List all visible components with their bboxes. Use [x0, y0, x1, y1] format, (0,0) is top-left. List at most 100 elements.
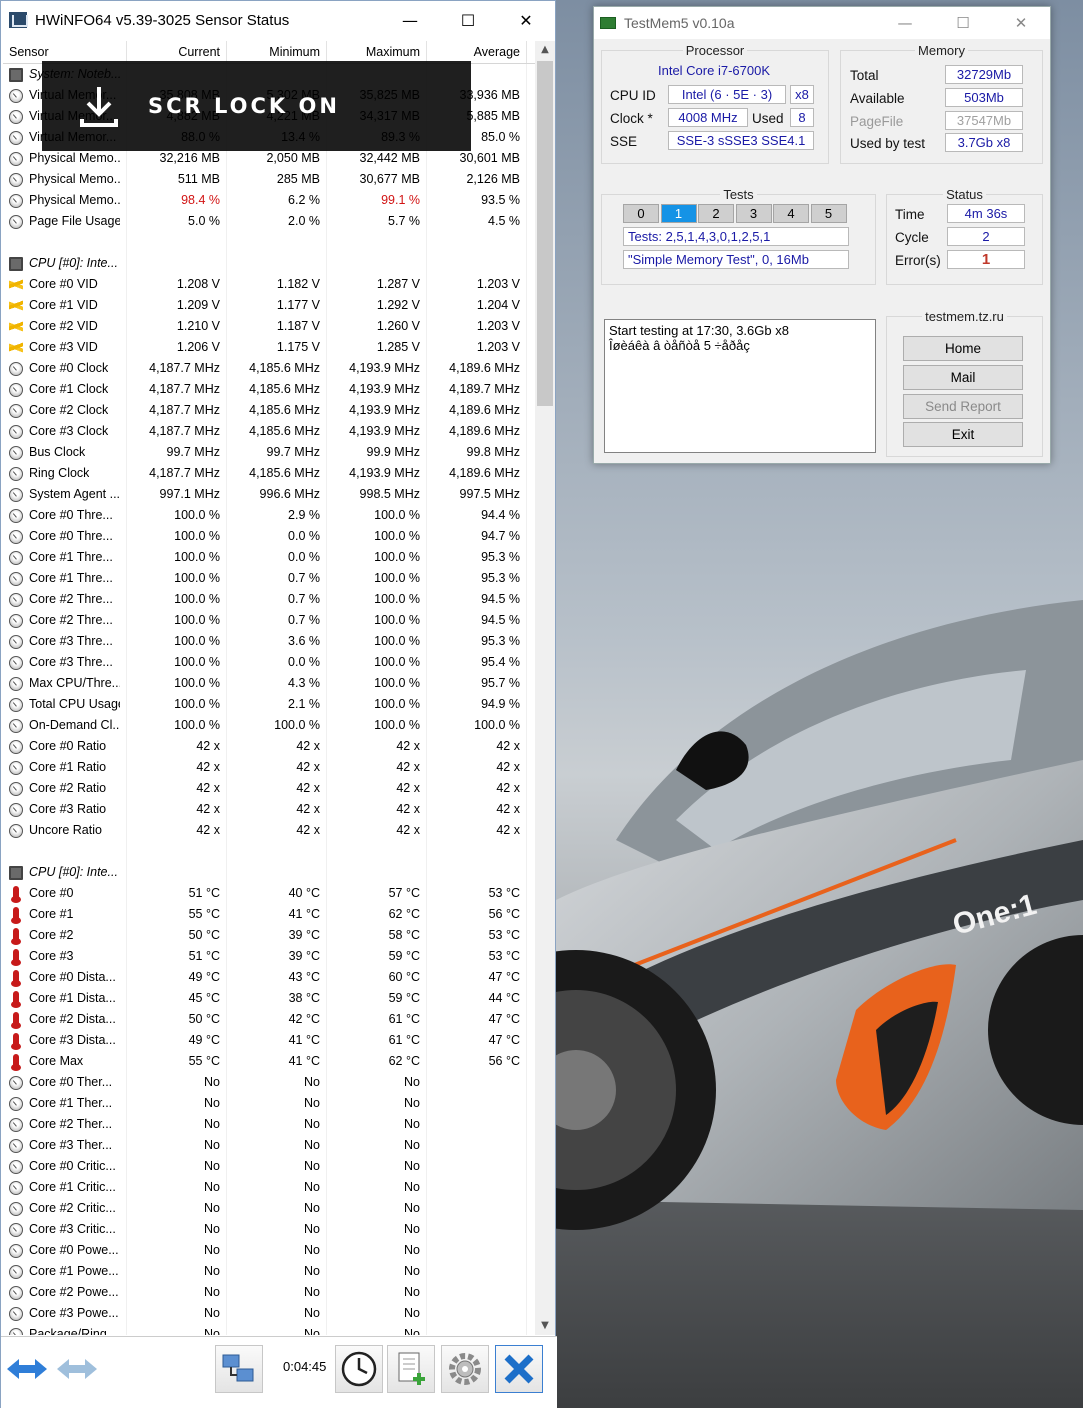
- sensor-name: Core #3 Ther...: [29, 1138, 113, 1152]
- sensor-row[interactable]: Core #3 Ther... No No No: [3, 1135, 535, 1156]
- sensor-row[interactable]: Physical Memo... 511 MB 285 MB 30,677 MB 2,1…: [3, 169, 535, 190]
- current-value: 1.206 V: [127, 337, 227, 358]
- scroll-down-arrow-icon[interactable]: ▼: [535, 1317, 555, 1335]
- column-header-current[interactable]: Current: [127, 41, 227, 63]
- sensor-row[interactable]: System Agent ... 997.1 MHz 996.6 MHz 998.5 …: [3, 484, 535, 505]
- scroll-up-arrow-icon[interactable]: ▲: [535, 41, 555, 59]
- sensor-row[interactable]: Core #2 Ther... No No No: [3, 1114, 535, 1135]
- scrollbar-thumb[interactable]: [537, 61, 553, 406]
- sensor-row[interactable]: Core #0 Powe... No No No: [3, 1240, 535, 1261]
- sensor-row[interactable]: Core #2 Powe... No No No: [3, 1282, 535, 1303]
- sensor-row[interactable]: Core #2 Thre... 100.0 % 0.7 % 100.0 % 94.5 %: [3, 610, 535, 631]
- sensor-row[interactable]: Page File Usage 5.0 % 2.0 % 5.7 % 4.5 %: [3, 211, 535, 232]
- sensor-row[interactable]: Core #2 VID 1.210 V 1.187 V 1.260 V 1.203 V: [3, 316, 535, 337]
- test-cell-2[interactable]: 2: [698, 204, 734, 223]
- sensor-name: CPU [#0]: Inte...: [29, 865, 118, 879]
- blank-row[interactable]: [3, 232, 535, 253]
- test-cell-3[interactable]: 3: [735, 204, 772, 223]
- column-header-average[interactable]: Average: [427, 41, 527, 63]
- sensor-row[interactable]: Core #1 Ther... No No No: [3, 1093, 535, 1114]
- sensor-row[interactable]: Core #0 51 °C 40 °C 57 °C 53 °C: [3, 883, 535, 904]
- sensor-row[interactable]: Core #3 Thre... 100.0 % 3.6 % 100.0 % 95.3 %: [3, 631, 535, 652]
- sensor-row[interactable]: Core #3 Powe... No No No: [3, 1303, 535, 1324]
- sensor-group-row[interactable]: CPU [#0]: Inte...: [3, 862, 535, 883]
- testmem-maximize-button[interactable]: ☐: [934, 14, 992, 32]
- hwinfo-titlebar[interactable]: HWiNFO64 v5.39-3025 Sensor Status — ☐ ✕: [1, 1, 555, 39]
- network-button[interactable]: [215, 1345, 263, 1393]
- sensor-row[interactable]: Core #0 VID 1.208 V 1.182 V 1.287 V 1.203 V: [3, 274, 535, 295]
- sensor-row[interactable]: Core #1 Clock 4,187.7 MHz 4,185.6 MHz 4,193…: [3, 379, 535, 400]
- sensor-row[interactable]: Core #3 Critic... No No No: [3, 1219, 535, 1240]
- sensor-row[interactable]: Core #0 Ratio 42 x 42 x 42 x 42 x: [3, 736, 535, 757]
- sensor-row[interactable]: Core Max 55 °C 41 °C 62 °C 56 °C: [3, 1051, 535, 1072]
- sensor-row[interactable]: Core #3 VID 1.206 V 1.175 V 1.285 V 1.203 V: [3, 337, 535, 358]
- gauge-icon: [9, 1264, 23, 1279]
- sensor-row[interactable]: Core #2 Dista... 50 °C 42 °C 61 °C 47 °C: [3, 1009, 535, 1030]
- sensor-row[interactable]: Core #2 Thre... 100.0 % 0.7 % 100.0 % 94.5 %: [3, 589, 535, 610]
- mail-button[interactable]: Mail: [903, 365, 1023, 390]
- send-report-button[interactable]: Send Report: [903, 394, 1023, 419]
- sensor-row[interactable]: Physical Memo... 98.4 % 6.2 % 99.1 % 93.5 %: [3, 190, 535, 211]
- settings-button[interactable]: [441, 1345, 489, 1393]
- testmem-minimize-button[interactable]: —: [876, 14, 934, 32]
- sensor-row[interactable]: Core #1 VID 1.209 V 1.177 V 1.292 V 1.204 V: [3, 295, 535, 316]
- blank-row[interactable]: [3, 841, 535, 862]
- sensor-row[interactable]: Core #1 Critic... No No No: [3, 1177, 535, 1198]
- nav-arrows-disabled-button[interactable]: [55, 1345, 99, 1393]
- column-header-maximum[interactable]: Maximum: [327, 41, 427, 63]
- report-add-button[interactable]: [387, 1345, 435, 1393]
- column-header-sensor[interactable]: Sensor: [3, 41, 127, 63]
- close-button[interactable]: ✕: [497, 1, 555, 39]
- sensor-row[interactable]: Core #1 Thre... 100.0 % 0.0 % 100.0 % 95.3 %: [3, 547, 535, 568]
- sensor-row[interactable]: Bus Clock 99.7 MHz 99.7 MHz 99.9 MHz 99.8 MH…: [3, 442, 535, 463]
- sensor-name-cell: Core #1 VID: [3, 295, 127, 316]
- sensor-row[interactable]: Core #2 Ratio 42 x 42 x 42 x 42 x: [3, 778, 535, 799]
- close-sensors-button[interactable]: [495, 1345, 543, 1393]
- sensor-row[interactable]: Core #2 Clock 4,187.7 MHz 4,185.6 MHz 4,193…: [3, 400, 535, 421]
- sensor-group-row[interactable]: CPU [#0]: Inte...: [3, 253, 535, 274]
- sensor-row[interactable]: Ring Clock 4,187.7 MHz 4,185.6 MHz 4,193.9 …: [3, 463, 535, 484]
- sensor-row[interactable]: Core #0 Dista... 49 °C 43 °C 60 °C 47 °C: [3, 967, 535, 988]
- test-cell-1[interactable]: 1: [660, 204, 697, 223]
- sensor-row[interactable]: Core #3 Ratio 42 x 42 x 42 x 42 x: [3, 799, 535, 820]
- test-cell-5[interactable]: 5: [810, 204, 847, 223]
- sensor-row[interactable]: Uncore Ratio 42 x 42 x 42 x 42 x: [3, 820, 535, 841]
- test-cell-4[interactable]: 4: [773, 204, 809, 223]
- sensor-row[interactable]: Core #2 Critic... No No No: [3, 1198, 535, 1219]
- test-cell-0[interactable]: 0: [623, 204, 659, 223]
- sensor-row[interactable]: Core #0 Ther... No No No: [3, 1072, 535, 1093]
- sensor-row[interactable]: Core #0 Critic... No No No: [3, 1156, 535, 1177]
- testmem-titlebar[interactable]: TestMem5 v0.10a — ☐ ✕: [594, 7, 1050, 39]
- column-header-minimum[interactable]: Minimum: [227, 41, 327, 63]
- sensor-row[interactable]: Core #0 Clock 4,187.7 MHz 4,185.6 MHz 4,193…: [3, 358, 535, 379]
- minimize-button[interactable]: —: [381, 1, 439, 39]
- sensor-row[interactable]: Core #3 Thre... 100.0 % 0.0 % 100.0 % 95.4 %: [3, 652, 535, 673]
- test-log[interactable]: Start testing at 17:30, 3.6Gb x8 Îøèáêà …: [604, 319, 876, 453]
- testmem-close-button[interactable]: ✕: [992, 14, 1050, 32]
- sensor-row[interactable]: Core #1 Thre... 100.0 % 0.7 % 100.0 % 95.3 %: [3, 568, 535, 589]
- gauge-icon: [9, 1243, 23, 1258]
- sensor-row[interactable]: Core #0 Thre... 100.0 % 2.9 % 100.0 % 94.4 %: [3, 505, 535, 526]
- sensor-row[interactable]: Package/Ring... No No No: [3, 1324, 535, 1335]
- sensor-row[interactable]: Total CPU Usage 100.0 % 2.1 % 100.0 % 94.9 %: [3, 694, 535, 715]
- sensor-row[interactable]: Core #0 Thre... 100.0 % 0.0 % 100.0 % 94.7 %: [3, 526, 535, 547]
- sensor-row[interactable]: On-Demand Cl... 100.0 % 100.0 % 100.0 % 100.…: [3, 715, 535, 736]
- average-value: 42 x: [427, 757, 527, 778]
- sensor-row[interactable]: Physical Memo... 32,216 MB 2,050 MB 32,442 …: [3, 148, 535, 169]
- home-button[interactable]: Home: [903, 336, 1023, 361]
- nav-arrows-button[interactable]: [5, 1345, 49, 1393]
- maximize-button[interactable]: ☐: [439, 1, 497, 39]
- vertical-scrollbar[interactable]: ▲ ▼: [535, 41, 555, 1335]
- sensor-row[interactable]: Core #1 Dista... 45 °C 38 °C 59 °C 44 °C: [3, 988, 535, 1009]
- sensor-row[interactable]: Core #3 51 °C 39 °C 59 °C 53 °C: [3, 946, 535, 967]
- sensor-row[interactable]: Core #1 Ratio 42 x 42 x 42 x 42 x: [3, 757, 535, 778]
- sensor-row[interactable]: Core #2 50 °C 39 °C 58 °C 53 °C: [3, 925, 535, 946]
- sensor-row[interactable]: Max CPU/Thre... 100.0 % 4.3 % 100.0 % 95.7 %: [3, 673, 535, 694]
- sensor-row[interactable]: Core #3 Clock 4,187.7 MHz 4,185.6 MHz 4,193…: [3, 421, 535, 442]
- sensor-row[interactable]: Core #1 Powe... No No No: [3, 1261, 535, 1282]
- average-value: 94.9 %: [427, 694, 527, 715]
- sensor-row[interactable]: Core #1 55 °C 41 °C 62 °C 56 °C: [3, 904, 535, 925]
- clock-button[interactable]: [335, 1345, 383, 1393]
- exit-button[interactable]: Exit: [903, 422, 1023, 447]
- sensor-row[interactable]: Core #3 Dista... 49 °C 41 °C 61 °C 47 °C: [3, 1030, 535, 1051]
